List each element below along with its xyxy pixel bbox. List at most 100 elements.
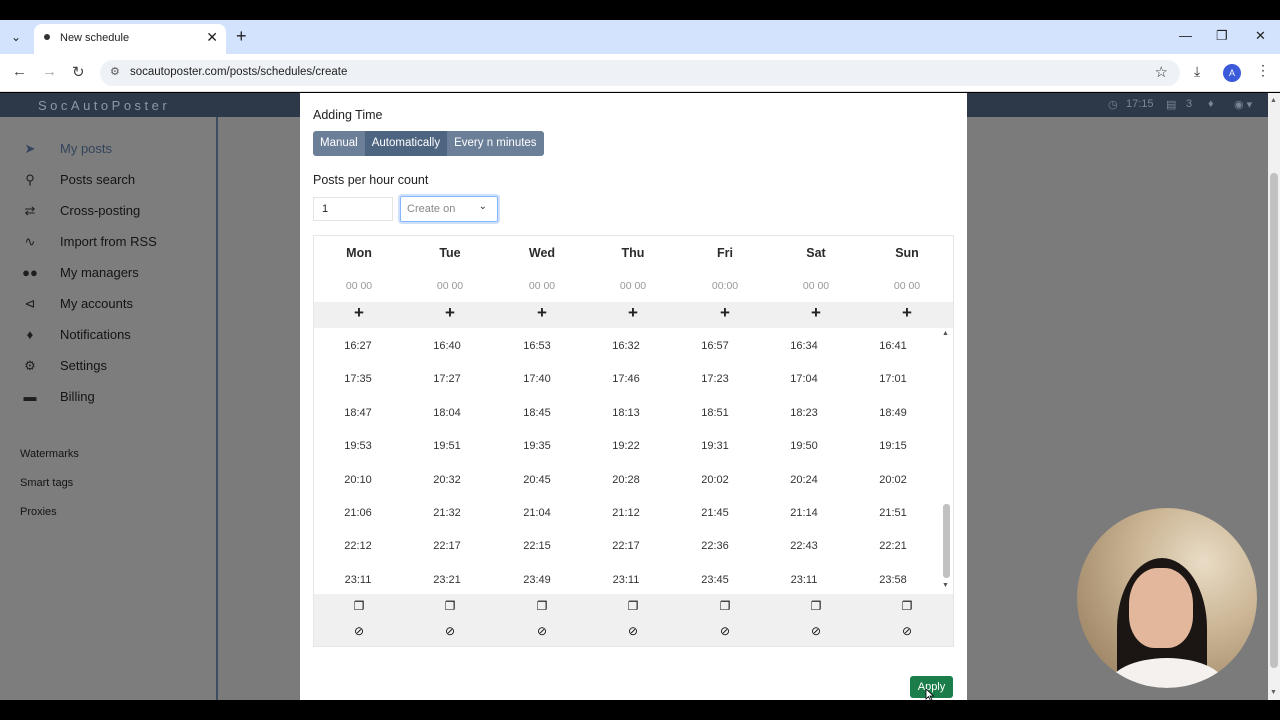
time-slot[interactable]: 16:34 bbox=[774, 340, 834, 352]
header-bell-icon[interactable]: ♦ bbox=[1208, 98, 1214, 110]
clear-day-icon[interactable]: ⊘ bbox=[347, 624, 371, 638]
add-time-plus-icon[interactable]: + bbox=[618, 303, 648, 323]
time-slot[interactable]: 17:35 bbox=[328, 373, 388, 385]
sidebar-item-my-posts[interactable]: ➤ My posts bbox=[22, 139, 212, 161]
page-scrollbar[interactable]: ▲ ▼ bbox=[1268, 93, 1280, 700]
download-icon[interactable]: ⤓ bbox=[1194, 63, 1200, 80]
add-time-plus-icon[interactable]: + bbox=[344, 303, 374, 323]
copy-day-icon[interactable]: ❐ bbox=[438, 599, 462, 613]
time-input-sun[interactable]: 00 00 bbox=[877, 280, 937, 292]
restore-icon[interactable]: ❐ bbox=[1216, 28, 1228, 44]
time-input-mon[interactable]: 00 00 bbox=[329, 280, 389, 292]
brand-logo[interactable]: SocAutoPoster bbox=[38, 98, 170, 113]
add-time-plus-icon[interactable]: + bbox=[710, 303, 740, 323]
sidebar-item-billing[interactable]: ▬ Billing bbox=[22, 387, 212, 409]
back-arrow-icon[interactable]: ← bbox=[12, 63, 27, 80]
time-slot[interactable]: 22:15 bbox=[507, 540, 567, 552]
time-slot[interactable]: 16:27 bbox=[328, 340, 388, 352]
time-slot[interactable]: 22:17 bbox=[417, 540, 477, 552]
bookmark-star-icon[interactable]: ☆ bbox=[1155, 63, 1168, 81]
time-input-tue[interactable]: 00 00 bbox=[420, 280, 480, 292]
scroll-down-icon[interactable]: ▼ bbox=[1270, 689, 1277, 696]
time-slot[interactable]: 21:45 bbox=[685, 507, 745, 519]
new-tab-plus-icon[interactable]: + bbox=[236, 26, 247, 47]
time-input-wed[interactable]: 00 00 bbox=[512, 280, 572, 292]
time-slot[interactable]: 16:40 bbox=[417, 340, 477, 352]
time-slot[interactable]: 18:45 bbox=[507, 407, 567, 419]
copy-day-icon[interactable]: ❐ bbox=[713, 599, 737, 613]
time-slot[interactable]: 19:50 bbox=[774, 440, 834, 452]
time-slot[interactable]: 16:57 bbox=[685, 340, 745, 352]
time-slot[interactable]: 23:21 bbox=[417, 574, 477, 586]
time-slot[interactable]: 23:11 bbox=[774, 574, 834, 586]
browser-menu-icon[interactable]: ⋮ bbox=[1256, 62, 1270, 79]
add-time-plus-icon[interactable]: + bbox=[801, 303, 831, 323]
time-slot[interactable]: 19:22 bbox=[596, 440, 656, 452]
time-slot[interactable]: 19:35 bbox=[507, 440, 567, 452]
time-slot[interactable]: 18:04 bbox=[417, 407, 477, 419]
clear-day-icon[interactable]: ⊘ bbox=[530, 624, 554, 638]
copy-day-icon[interactable]: ❐ bbox=[804, 599, 828, 613]
reload-icon[interactable]: ↻ bbox=[72, 63, 85, 81]
sidebar-item-settings[interactable]: ⚙ Settings bbox=[22, 356, 212, 378]
time-slot[interactable]: 16:32 bbox=[596, 340, 656, 352]
time-slot[interactable]: 16:41 bbox=[863, 340, 923, 352]
time-input-sat[interactable]: 00 00 bbox=[786, 280, 846, 292]
time-slot[interactable]: 20:45 bbox=[507, 474, 567, 486]
mode-automatically-button[interactable]: Automatically bbox=[364, 131, 448, 156]
create-on-select[interactable]: Create on ⌄ bbox=[400, 196, 498, 222]
time-slot[interactable]: 17:04 bbox=[774, 373, 834, 385]
time-input-fri[interactable]: 00:00 bbox=[695, 280, 755, 292]
times-scroll-down-icon[interactable]: ▼ bbox=[942, 582, 949, 589]
time-slot[interactable]: 17:01 bbox=[863, 373, 923, 385]
clear-day-icon[interactable]: ⊘ bbox=[804, 624, 828, 638]
times-scrollbar[interactable]: ▲ ▼ bbox=[940, 328, 952, 594]
time-slot[interactable]: 18:13 bbox=[596, 407, 656, 419]
time-slot[interactable]: 23:11 bbox=[596, 574, 656, 586]
clear-day-icon[interactable]: ⊘ bbox=[621, 624, 645, 638]
clear-day-icon[interactable]: ⊘ bbox=[713, 624, 737, 638]
time-slot[interactable]: 17:46 bbox=[596, 373, 656, 385]
mode-manual-button[interactable]: Manual bbox=[313, 131, 365, 156]
time-slot[interactable]: 17:27 bbox=[417, 373, 477, 385]
browser-tab[interactable]: New schedule ✕ bbox=[34, 24, 226, 54]
time-slot[interactable]: 23:11 bbox=[328, 574, 388, 586]
url-field[interactable]: ⚙ socautoposter.com/posts/schedules/crea… bbox=[100, 60, 1180, 86]
sidebar-link-watermarks[interactable]: Watermarks bbox=[20, 448, 79, 460]
sidebar-item-cross-posting[interactable]: ⇄ Cross-posting bbox=[22, 201, 212, 223]
add-time-plus-icon[interactable]: + bbox=[892, 303, 922, 323]
sidebar-link-smart-tags[interactable]: Smart tags bbox=[20, 477, 73, 489]
time-slot[interactable]: 21:04 bbox=[507, 507, 567, 519]
sidebar-link-proxies[interactable]: Proxies bbox=[20, 506, 57, 518]
time-slot[interactable]: 17:23 bbox=[685, 373, 745, 385]
times-scroll-up-icon[interactable]: ▲ bbox=[942, 330, 949, 337]
minimize-icon[interactable]: — bbox=[1179, 28, 1192, 43]
tasks-icon[interactable]: ▤ bbox=[1166, 98, 1176, 111]
time-slot[interactable]: 22:12 bbox=[328, 540, 388, 552]
time-slot[interactable]: 19:31 bbox=[685, 440, 745, 452]
time-slot[interactable]: 17:40 bbox=[507, 373, 567, 385]
mode-every-n-minutes-button[interactable]: Every n minutes bbox=[447, 131, 544, 156]
scroll-up-icon[interactable]: ▲ bbox=[1270, 97, 1277, 104]
page-scroll-thumb[interactable] bbox=[1270, 173, 1278, 668]
time-slot[interactable]: 23:45 bbox=[685, 574, 745, 586]
sidebar-item-import-rss[interactable]: ∿ Import from RSS bbox=[22, 232, 212, 254]
time-slot[interactable]: 18:51 bbox=[685, 407, 745, 419]
time-input-thu[interactable]: 00 00 bbox=[603, 280, 663, 292]
clear-day-icon[interactable]: ⊘ bbox=[895, 624, 919, 638]
add-time-plus-icon[interactable]: + bbox=[527, 303, 557, 323]
copy-day-icon[interactable]: ❐ bbox=[347, 599, 371, 613]
sidebar-item-notifications[interactable]: ♦ Notifications bbox=[22, 325, 212, 347]
time-slot[interactable]: 20:28 bbox=[596, 474, 656, 486]
user-menu-icon[interactable]: ◉ ▾ bbox=[1234, 98, 1252, 111]
time-slot[interactable]: 23:49 bbox=[507, 574, 567, 586]
time-slot[interactable]: 18:47 bbox=[328, 407, 388, 419]
time-slot[interactable]: 20:02 bbox=[685, 474, 745, 486]
copy-day-icon[interactable]: ❐ bbox=[895, 599, 919, 613]
tab-search-chevron-icon[interactable]: ⌄ bbox=[6, 28, 26, 48]
copy-day-icon[interactable]: ❐ bbox=[530, 599, 554, 613]
time-slot[interactable]: 19:53 bbox=[328, 440, 388, 452]
time-slot[interactable]: 21:06 bbox=[328, 507, 388, 519]
time-slot[interactable]: 21:12 bbox=[596, 507, 656, 519]
time-slot[interactable]: 19:15 bbox=[863, 440, 923, 452]
